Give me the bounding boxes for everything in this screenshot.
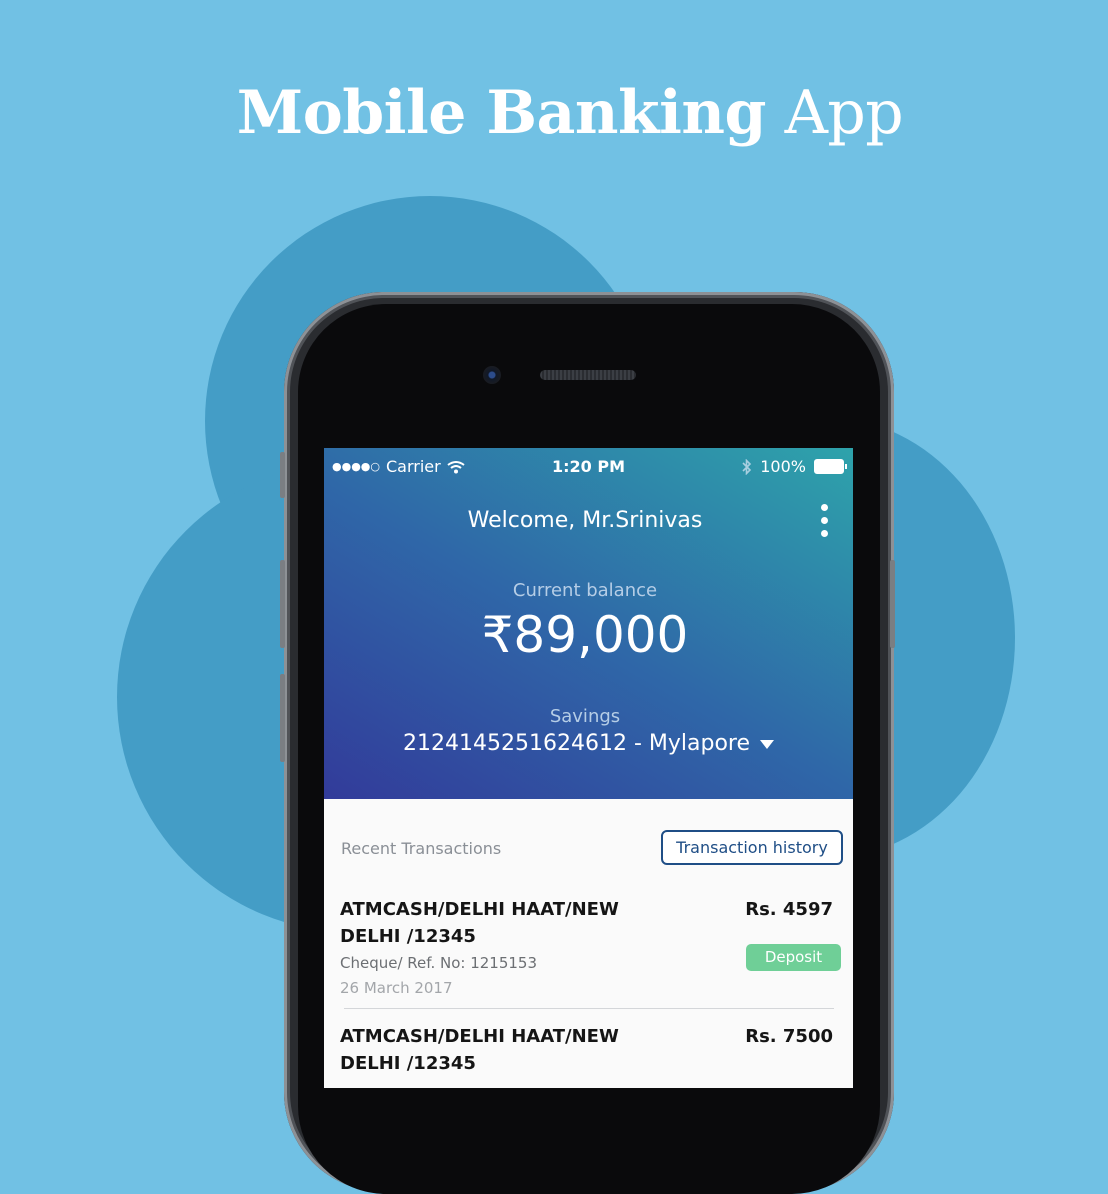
- recent-transactions-label: Recent Transactions: [341, 839, 502, 858]
- battery-percent: 100%: [760, 457, 806, 476]
- transaction-history-button[interactable]: Transaction history: [661, 830, 843, 865]
- battery-icon: [814, 459, 847, 474]
- phone-volume-down: [280, 674, 285, 762]
- account-selector[interactable]: 2124145251624612 - Mylapore: [324, 731, 853, 756]
- app-screen: ●●●●○ Carrier 1:20 PM 100% Welcome, Mr.S…: [324, 448, 853, 1088]
- account-number: 2124145251624612 - Mylapore: [403, 731, 750, 756]
- current-balance-label: Current balance: [512, 580, 658, 601]
- earpiece-speaker: [540, 370, 636, 380]
- deposit-badge: Deposit: [746, 944, 841, 971]
- phone-volume-up: [280, 560, 285, 648]
- transaction-divider: [344, 1008, 834, 1009]
- account-type-label: Savings: [549, 706, 621, 727]
- transaction-item[interactable]: ATMCASH/DELHI HAAT/NEW DELHI /12345 Rs. …: [324, 896, 853, 1016]
- current-balance-value: ₹89,000: [481, 606, 689, 664]
- bluetooth-icon: [742, 458, 752, 475]
- transaction-reference: Cheque/ Ref. No: 1215153: [340, 954, 538, 972]
- transaction-title: ATMCASH/DELHI HAAT/NEW DELHI /12345: [340, 1026, 619, 1074]
- balance-header: ●●●●○ Carrier 1:20 PM 100% Welcome, Mr.S…: [324, 448, 853, 799]
- phone-mute-switch: [280, 452, 285, 498]
- transaction-title: ATMCASH/DELHI HAAT/NEW DELHI /12345: [340, 899, 619, 947]
- transaction-item[interactable]: ATMCASH/DELHI HAAT/NEW DELHI /12345 Rs. …: [324, 1023, 853, 1088]
- welcome-message: Welcome, Mr.Srinivas: [467, 508, 703, 533]
- transaction-date: 26 March 2017: [340, 979, 453, 997]
- transaction-amount: Rs. 4597: [745, 899, 833, 920]
- headline-regular: App: [784, 78, 904, 148]
- page-headline: Mobile Banking App: [0, 78, 1108, 148]
- caret-down-icon: [760, 739, 774, 749]
- phone-power-button: [890, 560, 895, 648]
- headline-bold: Mobile Banking: [236, 78, 767, 148]
- kebab-menu-icon[interactable]: [817, 504, 831, 540]
- front-camera: [483, 366, 501, 384]
- transaction-amount: Rs. 7500: [745, 1026, 833, 1047]
- status-bar-right: 100%: [742, 457, 847, 476]
